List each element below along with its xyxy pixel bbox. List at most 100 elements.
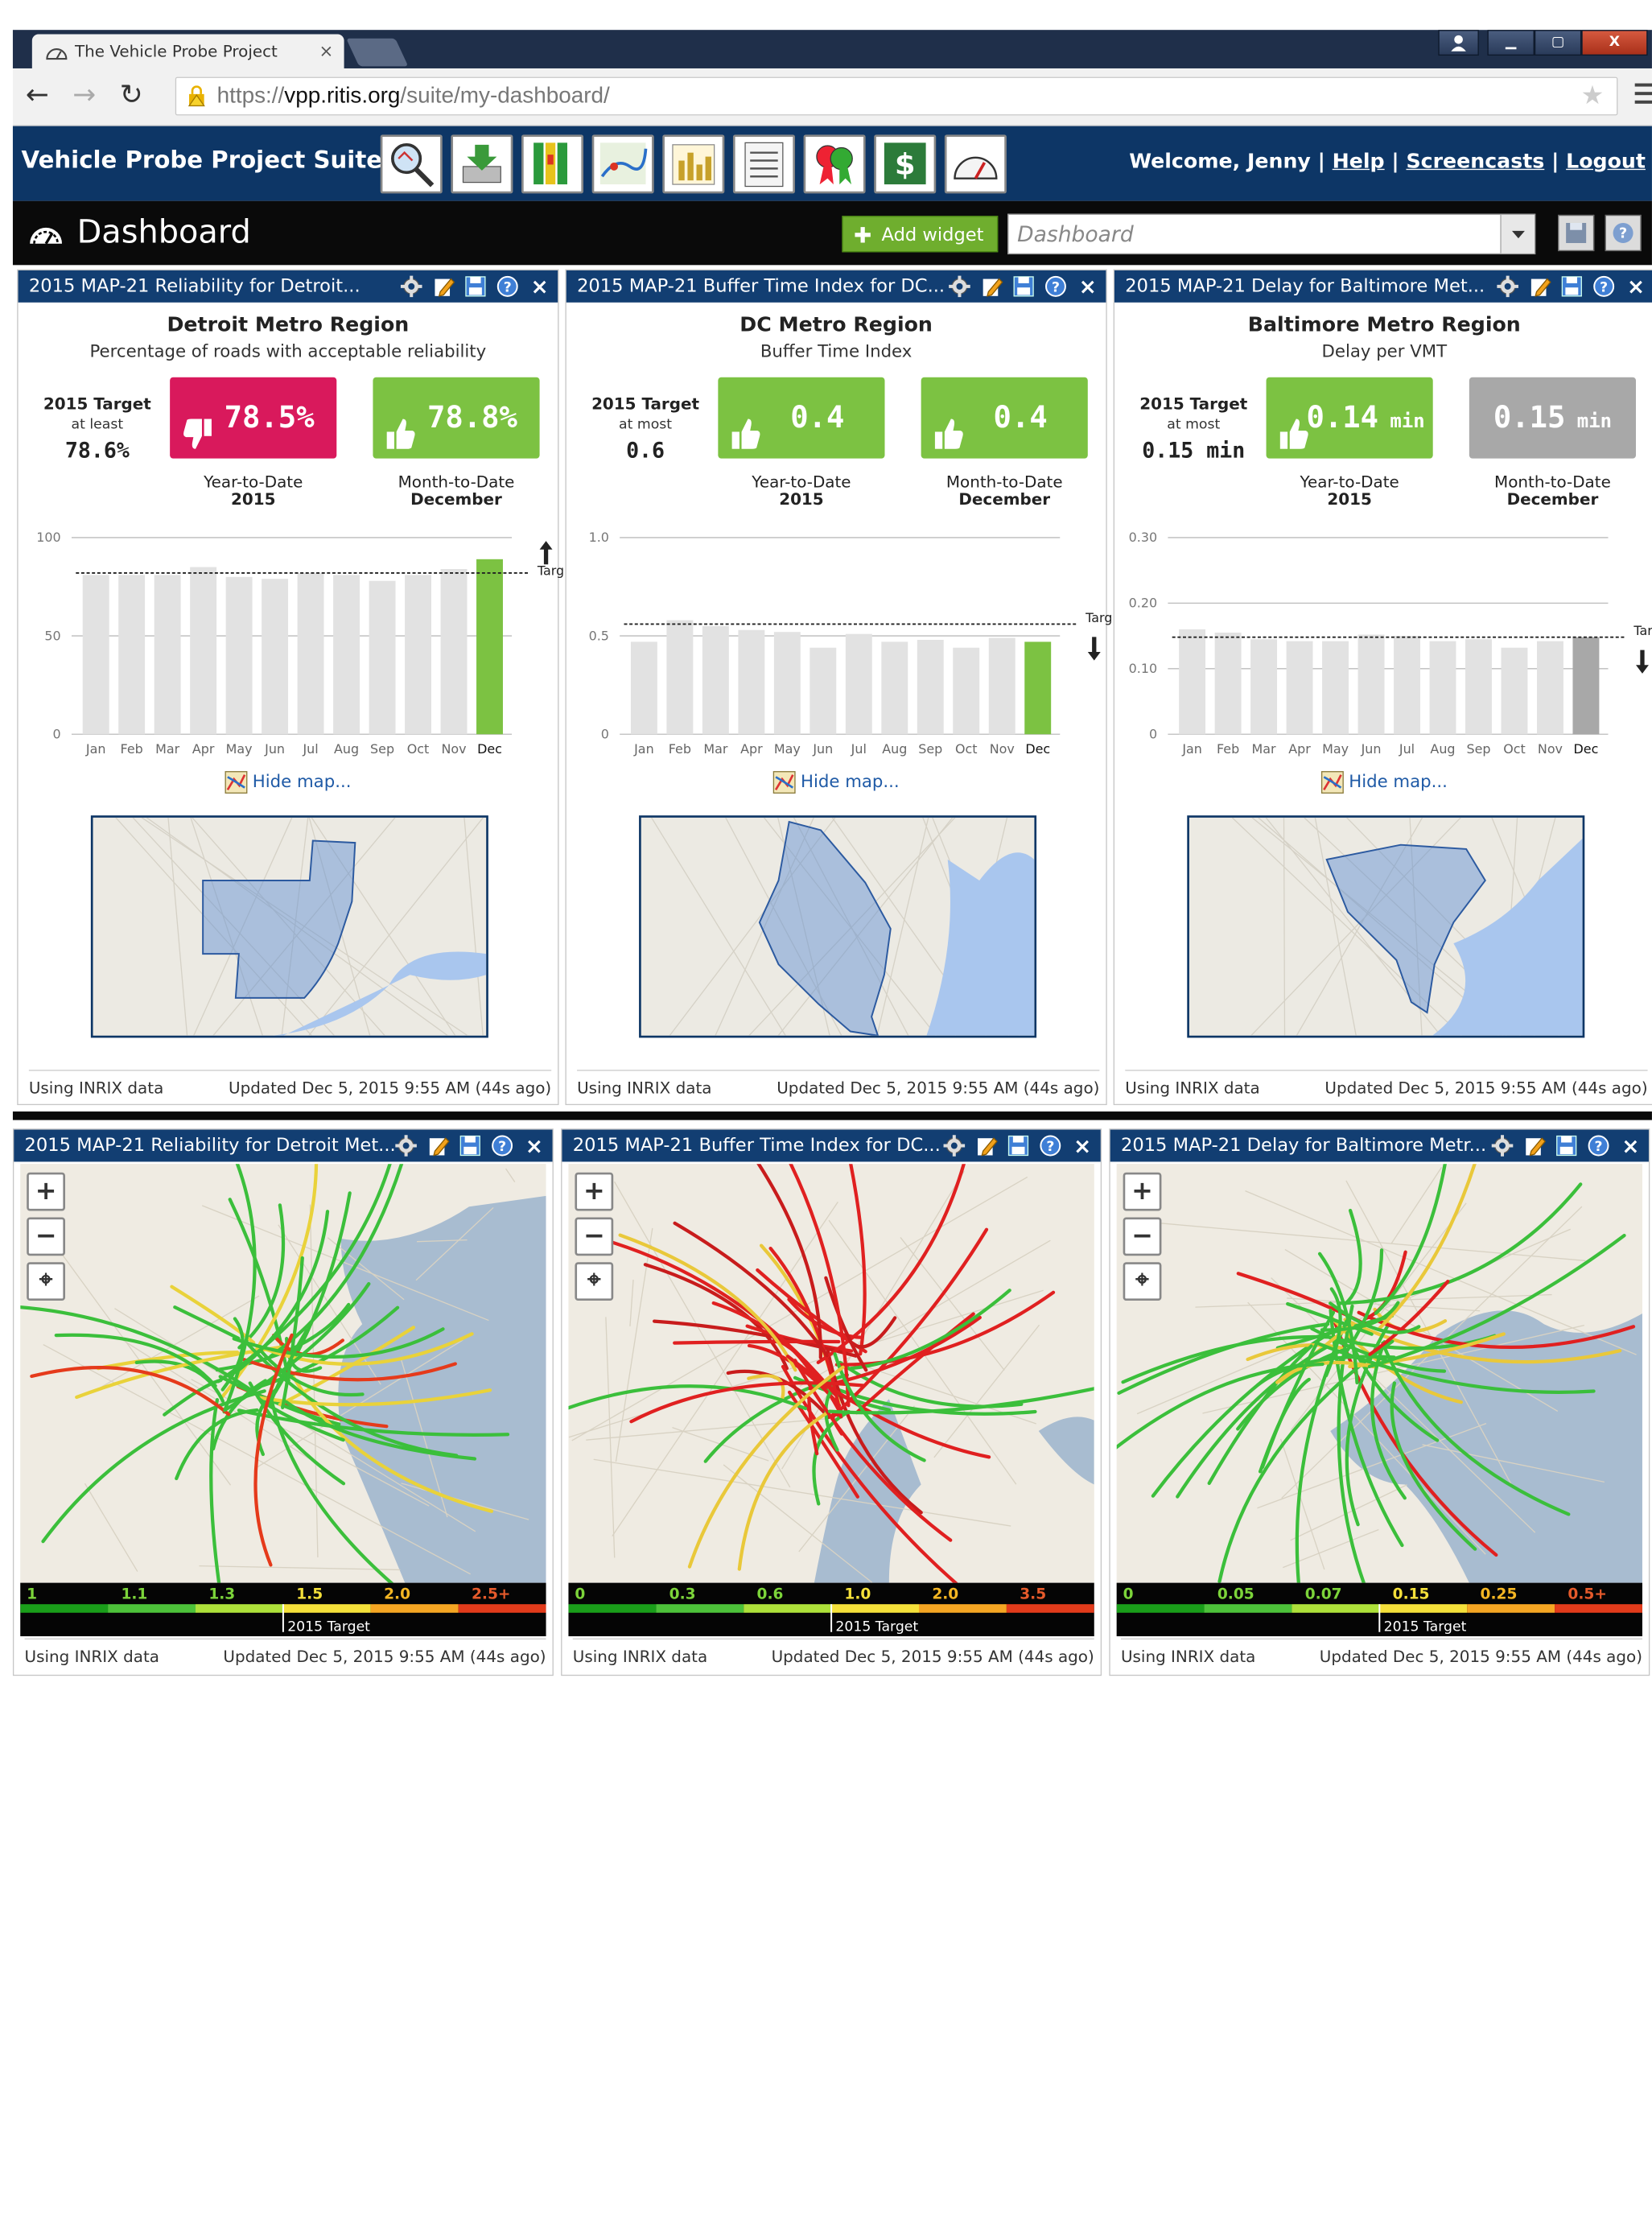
chart-bar[interactable] (298, 573, 324, 734)
download-tool-icon[interactable] (451, 134, 513, 193)
save-dashboard-icon[interactable] (1558, 215, 1594, 251)
chart-bar[interactable] (1287, 641, 1313, 735)
zoom-in-button[interactable]: + (575, 1173, 613, 1211)
close-widget-icon[interactable]: × (1071, 1134, 1094, 1157)
back-arrow-icon[interactable]: ← (26, 79, 49, 111)
dashboard-gauge-icon[interactable] (945, 134, 1007, 193)
close-widget-icon[interactable]: × (1076, 274, 1099, 298)
help-icon[interactable]: ? (491, 1134, 514, 1157)
chart-bar[interactable] (1572, 637, 1599, 735)
save-floppy-icon[interactable] (1560, 274, 1584, 298)
help-link[interactable]: Help (1333, 150, 1385, 173)
ribbon-award-icon[interactable] (804, 134, 866, 193)
chart-bar[interactable] (226, 577, 253, 734)
chart-bar[interactable] (333, 575, 360, 734)
chart-bar[interactable] (476, 559, 503, 734)
gear-icon[interactable] (942, 1134, 966, 1157)
edit-pencil-icon[interactable] (974, 1134, 998, 1157)
chart-bar[interactable] (190, 567, 216, 735)
chart-bar[interactable] (262, 579, 288, 734)
user-profile-icon[interactable] (1438, 30, 1478, 56)
save-floppy-icon[interactable] (1007, 1134, 1030, 1157)
save-floppy-icon[interactable] (1555, 1134, 1578, 1157)
chart-bar[interactable] (1322, 641, 1349, 735)
screencasts-link[interactable]: Screencasts (1406, 150, 1544, 173)
chart-bar[interactable] (441, 569, 468, 734)
region-map[interactable] (639, 815, 1036, 1037)
chart-bar[interactable] (1537, 641, 1563, 735)
chart-bar[interactable] (1215, 633, 1242, 734)
locate-button[interactable]: ⌖ (575, 1262, 613, 1301)
edit-pencil-icon[interactable] (426, 1134, 450, 1157)
hide-map-link[interactable]: Hide map... (1114, 770, 1652, 794)
chart-bar[interactable] (810, 648, 836, 735)
zoom-in-button[interactable]: + (1123, 1173, 1162, 1211)
probe-explorer-magnifier-icon[interactable] (381, 134, 443, 193)
chart-bar[interactable] (702, 626, 729, 734)
bar-chart-tool-icon[interactable] (662, 134, 724, 193)
close-widget-icon[interactable]: × (1619, 1134, 1642, 1157)
chart-bar[interactable] (405, 575, 431, 734)
help-icon[interactable]: ? (496, 274, 519, 298)
menu-icon[interactable] (1635, 84, 1652, 109)
dashboard-select[interactable]: Dashboard (1007, 214, 1535, 254)
zoom-in-button[interactable]: + (27, 1173, 65, 1211)
zoom-out-button[interactable]: − (1123, 1217, 1162, 1256)
close-widget-icon[interactable]: × (528, 274, 551, 298)
chevron-down-icon[interactable] (1500, 215, 1534, 254)
browser-tab[interactable]: The Vehicle Probe Project × (32, 34, 344, 68)
edit-pencil-icon[interactable] (980, 274, 1003, 298)
reload-icon[interactable]: ↻ (120, 79, 143, 111)
chart-bar[interactable] (1430, 641, 1456, 735)
chart-bar[interactable] (154, 575, 181, 734)
chart-bar[interactable] (666, 621, 693, 735)
close-widget-icon[interactable]: × (522, 1134, 546, 1157)
maximize-button[interactable]: ▢ (1535, 30, 1581, 56)
minimize-button[interactable]: ▁ (1487, 30, 1534, 56)
forward-arrow-icon[interactable]: → (72, 79, 96, 111)
map-tool-icon[interactable] (592, 134, 654, 193)
report-list-icon[interactable] (733, 134, 795, 193)
new-tab-button[interactable] (346, 39, 408, 67)
traffic-map[interactable]: +−⌖ (568, 1164, 1094, 1583)
edit-pencil-icon[interactable] (1522, 1134, 1546, 1157)
chart-bar[interactable] (989, 638, 1016, 735)
chart-bar[interactable] (738, 630, 764, 734)
gear-icon[interactable] (1496, 274, 1519, 298)
help-icon[interactable]: ? (1039, 1134, 1062, 1157)
logout-link[interactable]: Logout (1566, 150, 1646, 173)
hide-map-link[interactable]: Hide map... (566, 770, 1106, 794)
close-widget-icon[interactable]: × (1624, 274, 1647, 298)
close-window-button[interactable]: X (1581, 30, 1647, 56)
locate-button[interactable]: ⌖ (27, 1262, 65, 1301)
tab-close-icon[interactable]: × (319, 34, 334, 68)
hide-map-link[interactable]: Hide map... (19, 770, 558, 794)
gear-icon[interactable] (394, 1134, 418, 1157)
help-icon[interactable]: ? (1044, 274, 1067, 298)
chart-bar[interactable] (1179, 629, 1205, 734)
gear-icon[interactable] (400, 274, 423, 298)
save-floppy-icon[interactable] (463, 274, 487, 298)
help-icon[interactable]: ? (1587, 1134, 1610, 1157)
chart-bar[interactable] (1465, 639, 1492, 734)
region-map[interactable] (91, 815, 488, 1037)
chart-bar[interactable] (1502, 648, 1528, 735)
locate-button[interactable]: ⌖ (1123, 1262, 1162, 1301)
chart-bar[interactable] (881, 641, 908, 734)
chart-bar[interactable] (83, 575, 109, 734)
dashboard-help-icon[interactable]: ? (1605, 215, 1642, 251)
edit-pencil-icon[interactable] (431, 274, 455, 298)
help-icon[interactable]: ? (1592, 274, 1616, 298)
chart-bar[interactable] (631, 641, 657, 734)
chart-bar[interactable] (1250, 639, 1277, 734)
save-floppy-icon[interactable] (1012, 274, 1036, 298)
address-bar[interactable]: https://vpp.ritis.org/suite/my-dashboard… (175, 77, 1618, 116)
chart-bar[interactable] (1394, 636, 1420, 734)
region-map[interactable] (1187, 815, 1584, 1037)
chart-bar[interactable] (953, 648, 979, 735)
user-delay-cost-icon[interactable]: $ (874, 134, 936, 193)
chart-bar[interactable] (846, 634, 872, 735)
save-floppy-icon[interactable] (459, 1134, 482, 1157)
chart-bar[interactable] (1358, 634, 1385, 734)
bookmark-star-icon[interactable]: ★ (1581, 78, 1605, 114)
